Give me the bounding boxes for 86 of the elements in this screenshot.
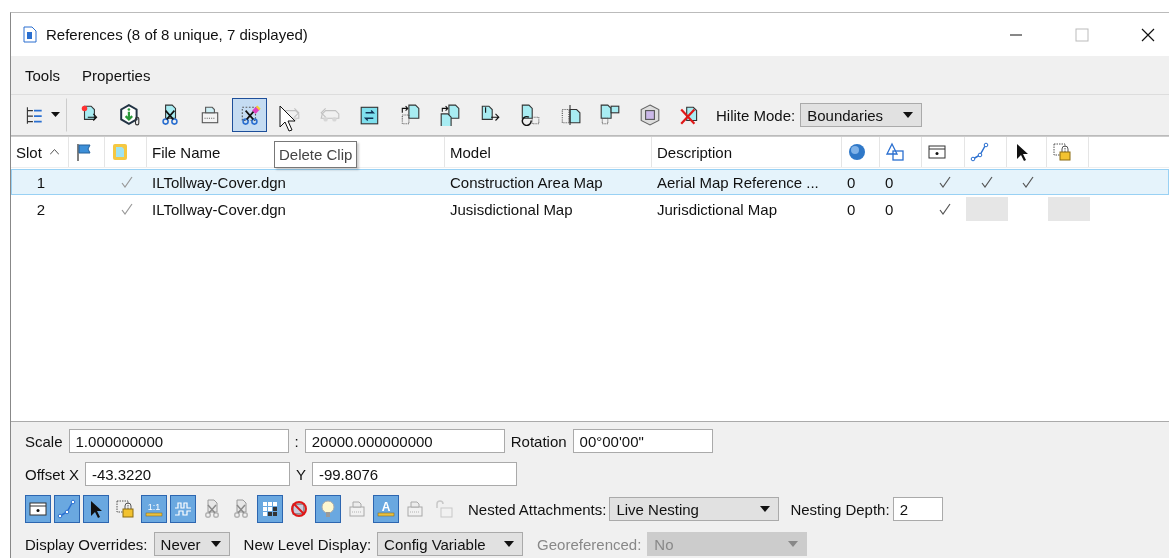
hilite-mode-label: Hilite Mode: [716,106,796,124]
scale-field[interactable]: 1.000000000 [68,429,289,453]
move-document-icon [438,104,461,126]
table-cell: Jusisdictional Map [450,200,573,218]
new-level-display-label: New Level Display: [243,535,372,553]
sort-ascending-icon [49,149,59,155]
close-icon[interactable] [1141,27,1155,42]
mirror-vertical-icon [598,104,621,126]
eraser-scissors-button[interactable] [232,98,267,132]
flag-icon [74,142,94,162]
display-overrides-dropdown[interactable]: Never [153,532,230,556]
dropdown-arrow-icon [504,541,515,547]
dropdown-arrow-icon [760,506,771,512]
column-header[interactable]: Slot [11,137,69,167]
polyline-icon [57,499,77,519]
clip-mask-icon [405,499,425,519]
scissors-icon [202,499,222,519]
table-cell: 2 [36,200,46,218]
rotation-field[interactable]: 00°00'00" [572,429,713,453]
cube-icon [638,104,661,126]
menu-item[interactable]: Tools [25,66,61,84]
dropdown-arrow-icon [210,541,221,547]
clip-mask-icon [347,499,367,519]
open-padlock-icon [434,499,454,519]
column-header[interactable]: Description [652,137,842,167]
table-cell: 0 [847,173,856,191]
globe-icon [847,142,867,162]
table-row[interactable]: 1 ILTollway-Cover.dgn Construction Area Map Aerial Map Reference ... 0 0 [11,169,1169,195]
padlock-icon [115,499,135,519]
table-cell: Jurisdictional Map [657,200,778,218]
triangle-square-icon [885,142,905,162]
offset-x-field[interactable]: -43.3220 [84,462,290,486]
offset-y-field[interactable]: -99.8076 [311,462,517,486]
tooltip: Delete Clip [274,141,358,168]
document-icon [110,142,130,162]
checkmark-icon [981,176,993,188]
menu-item[interactable]: Properties [82,66,151,84]
polyline-toggle[interactable] [54,495,80,523]
ratio-separator: : [294,432,299,450]
pointer-arrow-toggle[interactable] [83,495,109,523]
offset-y-label: Y [295,465,306,483]
light-bulb-icon [318,499,338,519]
reload-document-icon [358,104,381,126]
display-overrides-label: Display Overrides: [25,535,148,553]
light-bulb-toggle[interactable] [315,495,341,523]
checkmark-icon [938,203,951,215]
table-cell: Aerial Map Reference ... [657,173,819,191]
nested-attachments-dropdown[interactable]: Live Nesting [609,497,780,521]
polyline-icon [970,142,990,162]
hilite-mode-dropdown[interactable]: Boundaries [800,103,923,127]
table-cell: 1 [36,173,46,191]
window-icon [927,142,947,162]
no-display-icon [289,499,309,519]
window-toggle[interactable] [25,495,51,523]
info-hexagon-icon [118,104,141,126]
table-cell: Construction Area Map [450,173,603,191]
rotation-label: Rotation [510,432,567,450]
square-wave-icon [173,499,193,519]
offset-x-label: Offset X [25,465,79,483]
grid-icon [260,499,280,519]
table-cell: ILTollway-Cover.dgn [152,200,286,218]
square-wave-toggle[interactable] [170,495,196,523]
document-icon [23,26,37,43]
window-title: References (8 of 8 unique, 7 displayed) [46,26,308,43]
new-level-display-dropdown[interactable]: Config Variable [377,532,524,556]
table-row[interactable]: 2 ILTollway-Cover.dgn Jusisdictional Map Jurisdictional Map 0 0 [11,196,1169,222]
dropdown-arrow-icon [903,112,914,118]
table-cell: 0 [885,200,894,218]
table-cell: 0 [885,173,894,191]
scale-label: Scale [25,432,63,450]
window-icon [28,499,48,519]
grid-toggle[interactable] [257,495,283,523]
nesting-depth-field[interactable]: 2 [892,497,943,521]
georeferenced-label: Georeferenced: [537,535,642,553]
scissors-icon [231,499,251,519]
padlock-icon [1052,142,1072,162]
column-header[interactable]: Model [445,137,652,167]
scale-field[interactable]: 20000.000000000 [304,429,505,453]
dropdown-arrow-icon [50,112,60,118]
nesting-depth-label: Nesting Depth: [790,500,890,518]
nested-attachments-label: Nested Attachments: [468,500,607,518]
checkmark-icon [1022,176,1034,188]
table-cell: ILTollway-Cover.dgn [152,173,286,191]
checkmark-icon [938,176,951,188]
table-cell: 0 [847,200,856,218]
dropdown-arrow-icon [788,541,799,547]
